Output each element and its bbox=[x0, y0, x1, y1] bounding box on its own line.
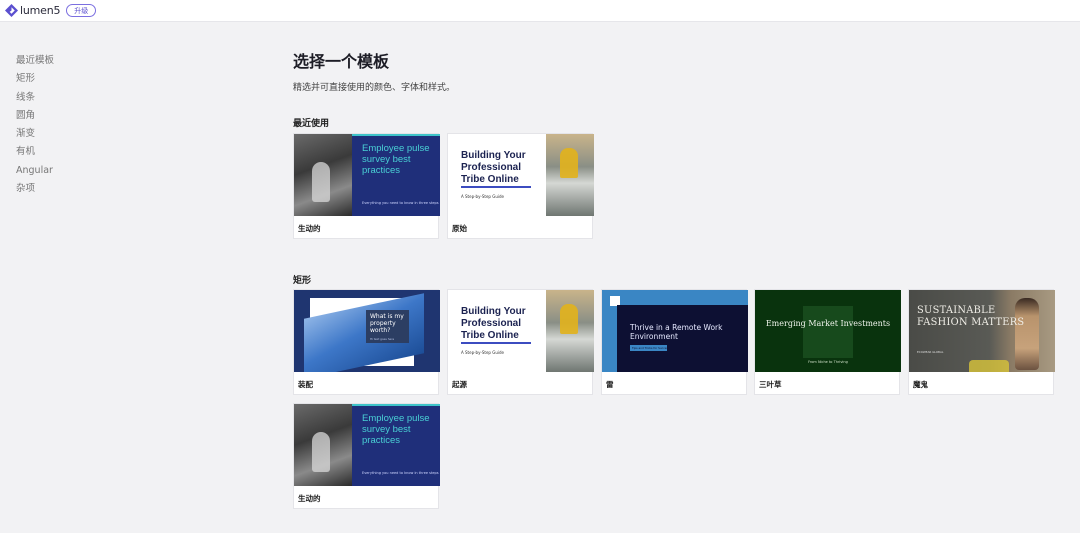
thumbnail-subtitle: A Step-by-Step Guide bbox=[461, 350, 504, 355]
template-thumbnail: What is my property worth? Hi text goes … bbox=[294, 290, 440, 372]
template-name: 起源 bbox=[452, 380, 467, 389]
template-card[interactable]: Building Your Professional Tribe Online … bbox=[447, 133, 594, 239]
template-category-sidebar: 最近模板 矩形 线条 圆角 渐变 有机 Angular 杂项 bbox=[16, 54, 54, 200]
template-card[interactable]: Employee pulse survey best practices Eve… bbox=[293, 403, 440, 509]
upgrade-button[interactable]: 升级 bbox=[66, 4, 97, 17]
sidebar-item-organic[interactable]: 有机 bbox=[16, 145, 54, 163]
template-card[interactable]: SUSTAINABLE FASHION MATTERS ECOWEAR GLOB… bbox=[908, 289, 1055, 395]
thumbnail-title: Emerging Market Investments bbox=[765, 319, 891, 328]
thumbnail-title: Building Your Professional Tribe Online bbox=[461, 150, 526, 185]
section-title-recent: 最近使用 bbox=[293, 119, 330, 129]
thumbnail-title: Thrive in a Remote Work Environment bbox=[630, 323, 723, 341]
top-bar: lumen5 升级 bbox=[0, 0, 1080, 22]
thumbnail-subtitle: From Niche to Thriving bbox=[808, 360, 848, 364]
thumbnail-panel: Employee pulse survey best practices Eve… bbox=[352, 404, 440, 486]
page-title: 选择一个模板 bbox=[293, 52, 390, 71]
sidebar-item-recent[interactable]: 最近模板 bbox=[16, 54, 54, 72]
thumbnail-subtitle: Tips and Tricks for Success bbox=[630, 345, 667, 351]
template-name: 生动的 bbox=[298, 494, 321, 503]
lumen5-logo[interactable]: lumen5 bbox=[5, 4, 60, 17]
template-name: 雷 bbox=[606, 380, 614, 389]
thumbnail-photo bbox=[294, 134, 352, 216]
template-thumbnail: SUSTAINABLE FASHION MATTERS ECOWEAR GLOB… bbox=[909, 290, 1055, 372]
template-card[interactable]: What is my property worth? Hi text goes … bbox=[293, 289, 440, 395]
template-name: 魔鬼 bbox=[913, 380, 928, 389]
thumbnail-subtitle: Hi text goes here bbox=[370, 337, 395, 341]
app-name: lumen5 bbox=[20, 4, 61, 17]
thumbnail-photo bbox=[546, 134, 594, 216]
thumbnail-subtitle: ECOWEAR GLOBAL bbox=[917, 350, 944, 354]
thumbnail-title: Employee pulse survey best practices bbox=[362, 143, 430, 176]
sidebar-item-gradient[interactable]: 渐变 bbox=[16, 127, 54, 145]
template-card[interactable]: Thrive in a Remote Work Environment Tips… bbox=[601, 289, 748, 395]
sidebar-item-lines[interactable]: 线条 bbox=[16, 91, 54, 109]
thumbnail-panel: Employee pulse survey best practices Eve… bbox=[352, 134, 440, 216]
template-thumbnail: Employee pulse survey best practices Eve… bbox=[294, 404, 440, 486]
template-thumbnail: Thrive in a Remote Work Environment Tips… bbox=[602, 290, 748, 372]
section-title-rectangle: 矩形 bbox=[293, 276, 312, 286]
thumbnail-title: SUSTAINABLE FASHION MATTERS bbox=[917, 305, 1025, 328]
template-card[interactable]: Employee pulse survey best practices Eve… bbox=[293, 133, 440, 239]
page-subtitle: 精选并可直接使用的颜色、字体和样式。 bbox=[293, 83, 456, 93]
thumbnail-subtitle: A Step-by-Step Guide bbox=[461, 194, 504, 199]
template-name: 原始 bbox=[452, 224, 467, 233]
template-thumbnail: Emerging Market Investments From Niche t… bbox=[755, 290, 901, 372]
template-name: 装配 bbox=[298, 380, 313, 389]
thumbnail-title: Employee pulse survey best practices bbox=[362, 413, 430, 446]
thumbnail-subtitle: Everything you need to know in three ste… bbox=[362, 471, 439, 475]
template-name: 生动的 bbox=[298, 224, 321, 233]
template-name: 三叶草 bbox=[759, 380, 782, 389]
template-thumbnail: Employee pulse survey best practices Eve… bbox=[294, 134, 440, 216]
sidebar-item-misc[interactable]: 杂项 bbox=[16, 182, 54, 200]
thumbnail-title: Building Your Professional Tribe Online bbox=[461, 306, 526, 341]
thumbnail-photo bbox=[546, 290, 594, 372]
template-thumbnail: Building Your Professional Tribe Online … bbox=[448, 290, 594, 372]
template-card[interactable]: Building Your Professional Tribe Online … bbox=[447, 289, 594, 395]
thumbnail-subtitle: Everything you need to know in three ste… bbox=[362, 201, 439, 205]
thumbnail-title: What is my property worth? bbox=[370, 313, 404, 334]
sidebar-item-angular[interactable]: Angular bbox=[16, 164, 54, 182]
thumbnail-photo bbox=[294, 404, 352, 486]
template-gallery: 选择一个模板 精选并可直接使用的颜色、字体和样式。 最近使用 Employee … bbox=[293, 52, 1073, 509]
template-thumbnail: Building Your Professional Tribe Online … bbox=[448, 134, 594, 216]
template-card[interactable]: Emerging Market Investments From Niche t… bbox=[754, 289, 901, 395]
lumen5-logo-icon bbox=[5, 4, 18, 17]
sidebar-item-rounded[interactable]: 圆角 bbox=[16, 109, 54, 127]
sidebar-item-rectangle[interactable]: 矩形 bbox=[16, 72, 54, 90]
